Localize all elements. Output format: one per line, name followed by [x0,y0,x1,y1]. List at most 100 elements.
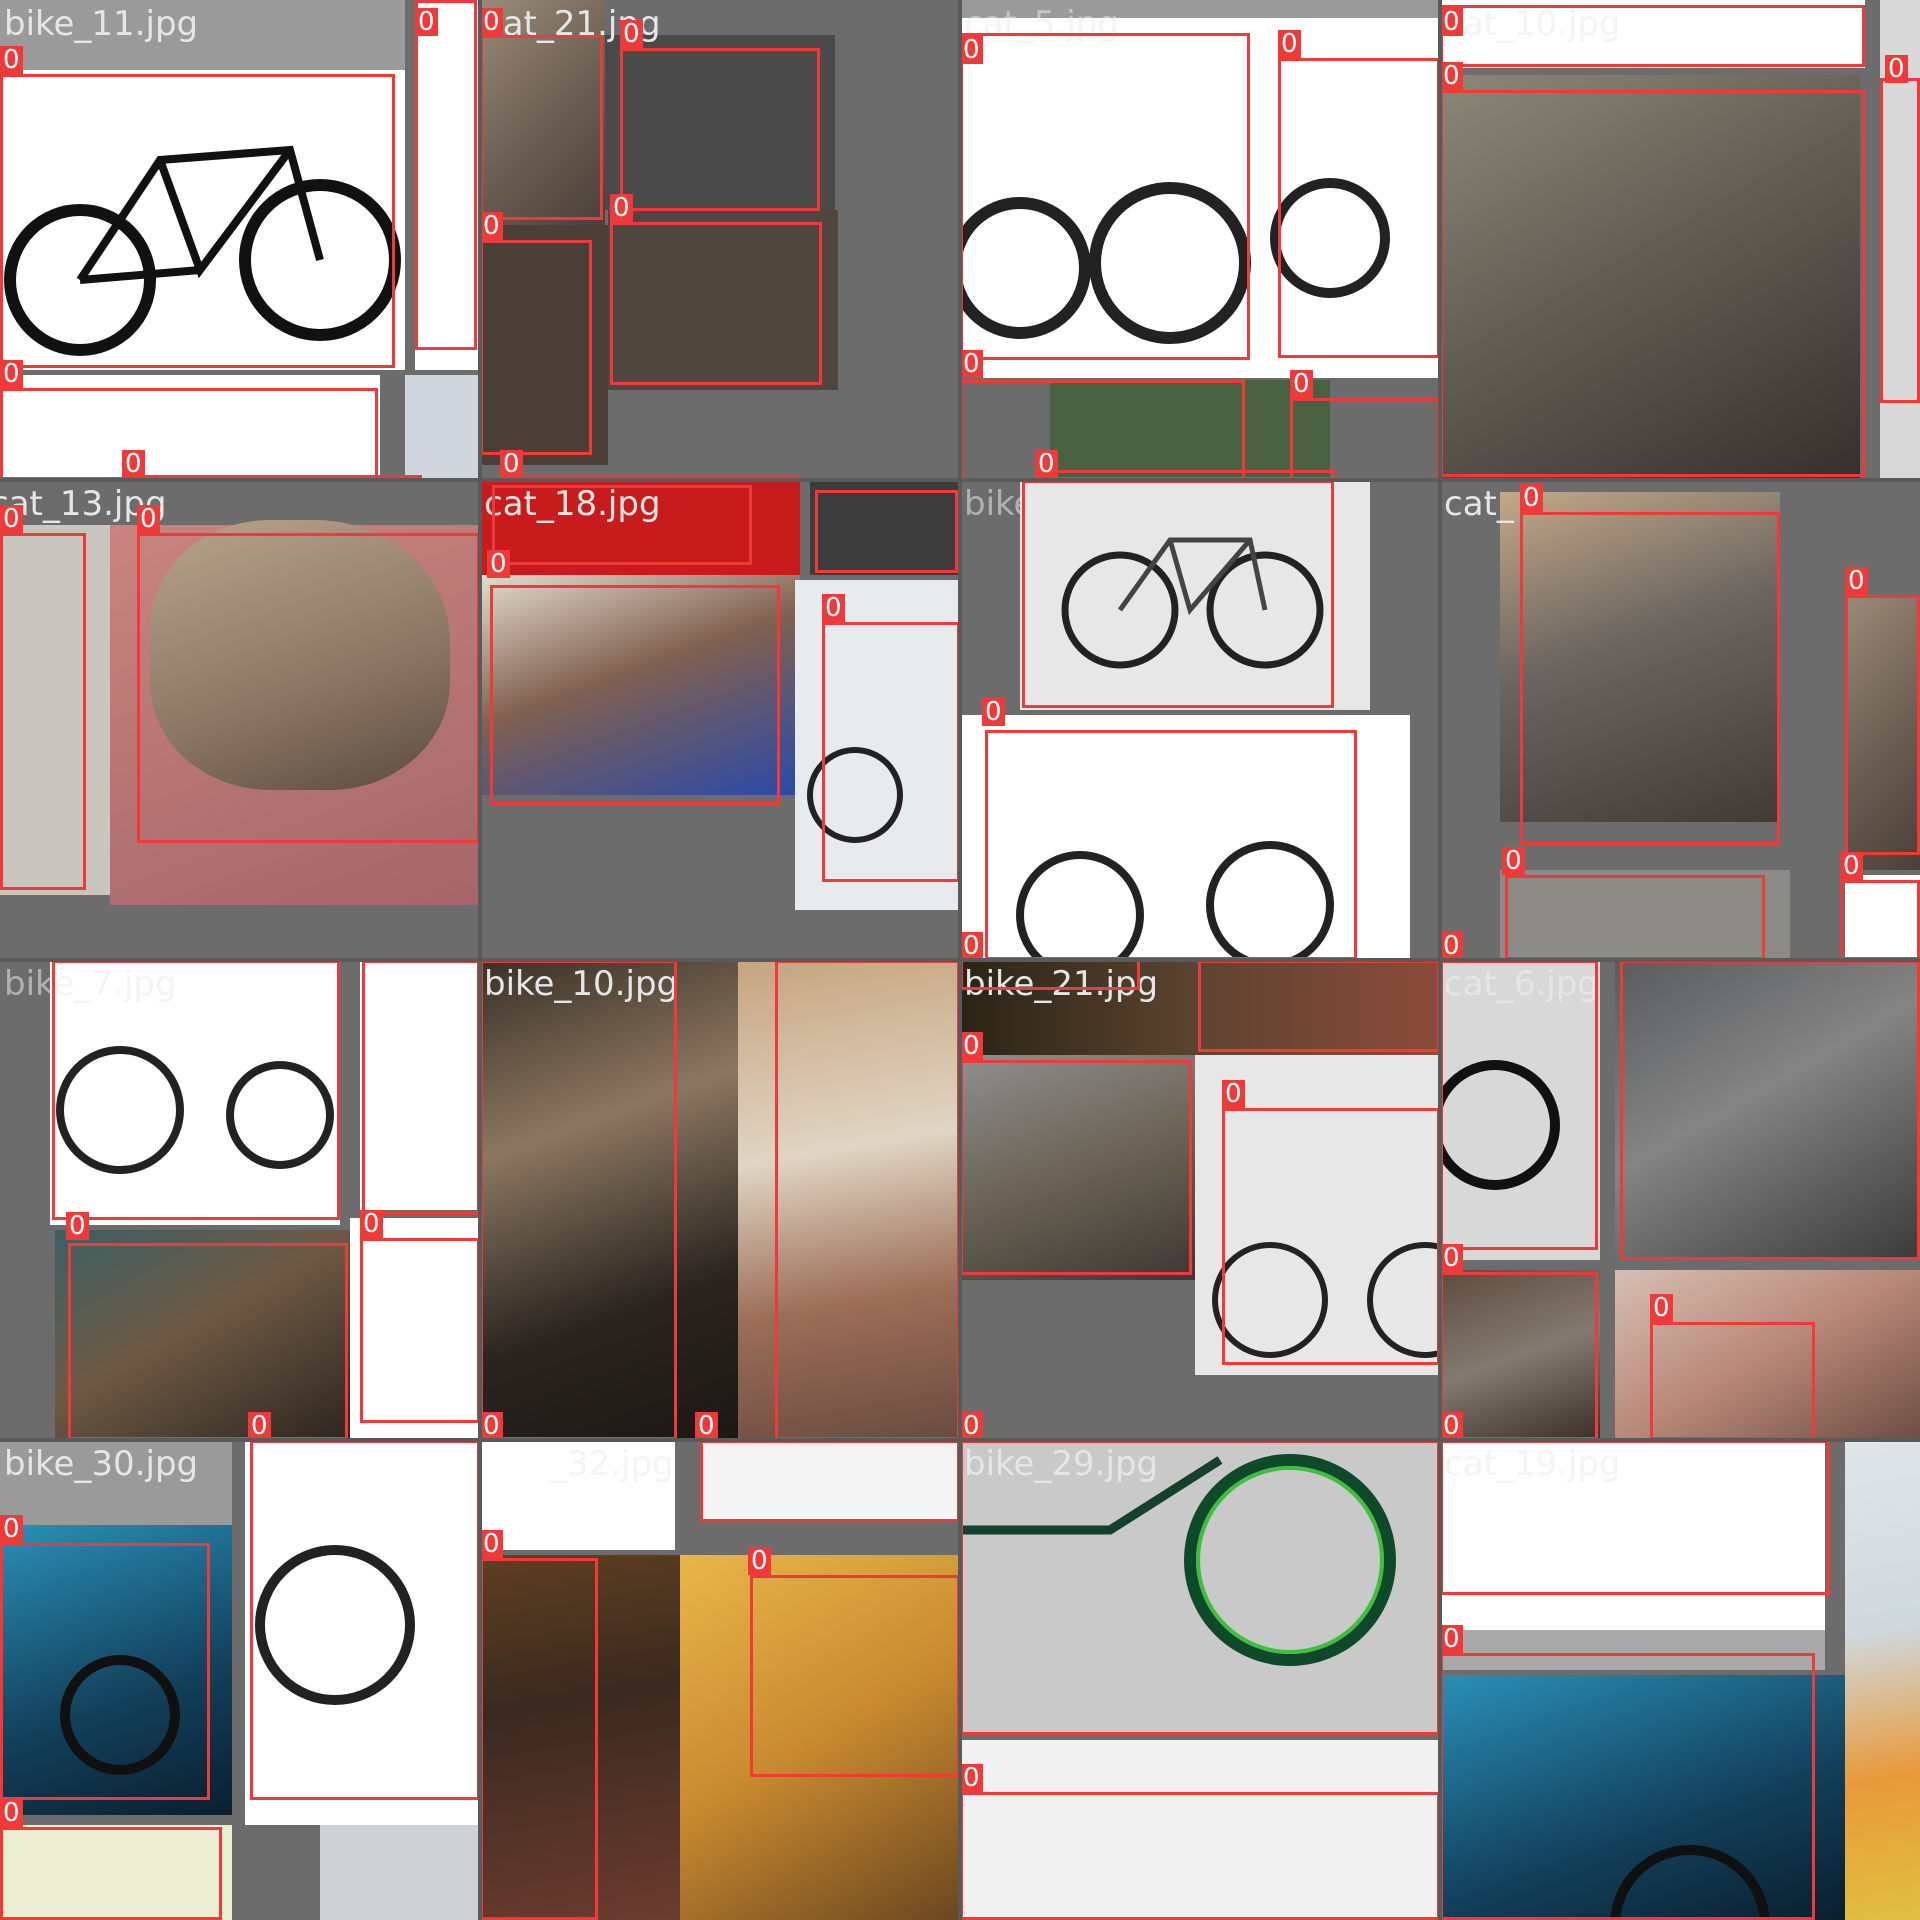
detection-box [960,33,1250,360]
detection-box [480,1558,598,1920]
detection-box [1520,512,1780,845]
detection-box [620,48,820,211]
class-label: 0 [248,1412,271,1440]
detection-box [1222,1108,1440,1365]
class-label: 0 [1290,370,1313,398]
class-label: 0 [960,932,983,960]
class-label: 0 [1222,1080,1245,1108]
class-label: 0 [0,1799,23,1827]
class-label: 0 [1502,847,1525,875]
detection-box [700,1440,960,1522]
class-label: 0 [960,1764,983,1792]
detection-box [1440,960,1598,1250]
class-label: 0 [0,1515,23,1543]
tile-cat-21: cat_21.jpg 0 0 0 0 0 [480,0,960,480]
class-label: 0 [122,450,145,478]
mosaic-grid: bike_11.jpg 0 0 0 0 cat_21.jpg 0 0 0 0 0 [0,0,1920,1920]
detection-box [750,1575,960,1777]
detection-box [0,1827,222,1920]
class-label: 0 [0,46,23,74]
filename-label: bike_30.jpg [4,1444,199,1484]
grid-divider [0,958,1920,962]
class-label: 0 [480,1412,503,1440]
tile-bike-21: bike_21.jpg 0 0 0 0 [960,960,1440,1440]
class-label: 0 [960,350,983,378]
class-label: 0 [480,1530,503,1558]
detection-box [137,533,480,843]
detection-box [480,960,677,1440]
detection-box [815,490,958,573]
class-label: 0 [415,8,438,36]
class-label: 0 [1440,1625,1463,1653]
class-label: 0 [1440,8,1463,36]
detection-box [960,960,1140,990]
class-label: 0 [137,505,160,533]
detection-box [1440,1272,1598,1440]
detection-box [1198,960,1440,1052]
class-label: 0 [1440,62,1463,90]
class-label: 0 [360,1210,383,1238]
class-label: 0 [1840,852,1863,880]
class-label: 0 [480,8,503,36]
class-label: 0 [695,1412,718,1440]
tile-bike-30: bike_30.jpg 0 0 0 [0,1440,480,1920]
detection-box [1022,480,1334,708]
class-label: 0 [66,1212,89,1240]
class-label: 0 [960,36,983,64]
class-label: 0 [960,1032,983,1060]
detection-box [960,1792,1440,1920]
detection-box [1440,1440,1830,1595]
sky-photo [405,375,480,480]
class-label: 0 [0,505,23,533]
detection-box [490,585,780,805]
detection-box [960,380,1245,480]
class-label: 0 [1440,1244,1463,1272]
detection-box [52,960,340,1220]
class-label: 0 [1440,1412,1463,1440]
class-label: 0 [1845,567,1868,595]
detection-box [822,622,960,882]
detection-box [1880,78,1920,403]
tile-cat: cat_ 0 0 0 0 0 [1440,480,1920,960]
detection-box [68,1243,348,1440]
tile-bike-10: bike_10.jpg 0 0 0 0 [480,960,960,1440]
detection-box [0,74,395,368]
detection-box [360,1238,480,1423]
class-label: 0 [982,698,1005,726]
detection-box [1505,875,1765,960]
detection-box [1440,1653,1815,1920]
class-label: 0 [1278,30,1301,58]
detection-box [480,240,592,455]
class-label: 0 [748,1547,771,1575]
class-label: 0 [1885,55,1908,83]
detection-box [480,35,603,220]
tile-bike-7: bike_7.jpg 0 0 0 0 0 [0,960,480,1440]
tile-cat-10: cat_10.jpg 0 0 0 [1440,0,1920,480]
detection-box [415,0,477,350]
class-label: 0 [1520,484,1543,512]
tile-cat-13: cat_13.jpg 0 0 [0,480,480,960]
detection-box [1440,90,1865,477]
detection-box [1650,1322,1815,1440]
grid-divider [0,478,1920,482]
detection-box [1278,58,1440,358]
filename-label: _32.jpg [550,1444,674,1484]
photo-strip [320,1825,480,1920]
class-label: 0 [1035,450,1058,478]
detection-box [362,960,480,1215]
filename-label: cat_ [1444,484,1514,524]
filename-label: bike_11.jpg [4,4,199,44]
tile-cat-18: cat_18.jpg 0 0 0 0 [480,480,960,960]
tile-bike: bike 0 0 0 [960,480,1440,960]
class-label: 0 [822,594,845,622]
class-label: 0 [500,450,523,478]
detection-box [250,1440,480,1800]
detection-box [1845,595,1920,855]
class-label: 0 [960,1412,983,1440]
tile-bike-29: bike_29.jpg 0 [960,1440,1440,1920]
class-label: 0 [480,212,503,240]
tile-bike-11: bike_11.jpg 0 0 0 0 [0,0,480,480]
tile-cat-6: cat_6.jpg 0 0 0 0 0 [1440,960,1920,1440]
tile-bike-32: _32.jpg 0 0 [480,1440,960,1920]
detection-box [492,485,752,565]
